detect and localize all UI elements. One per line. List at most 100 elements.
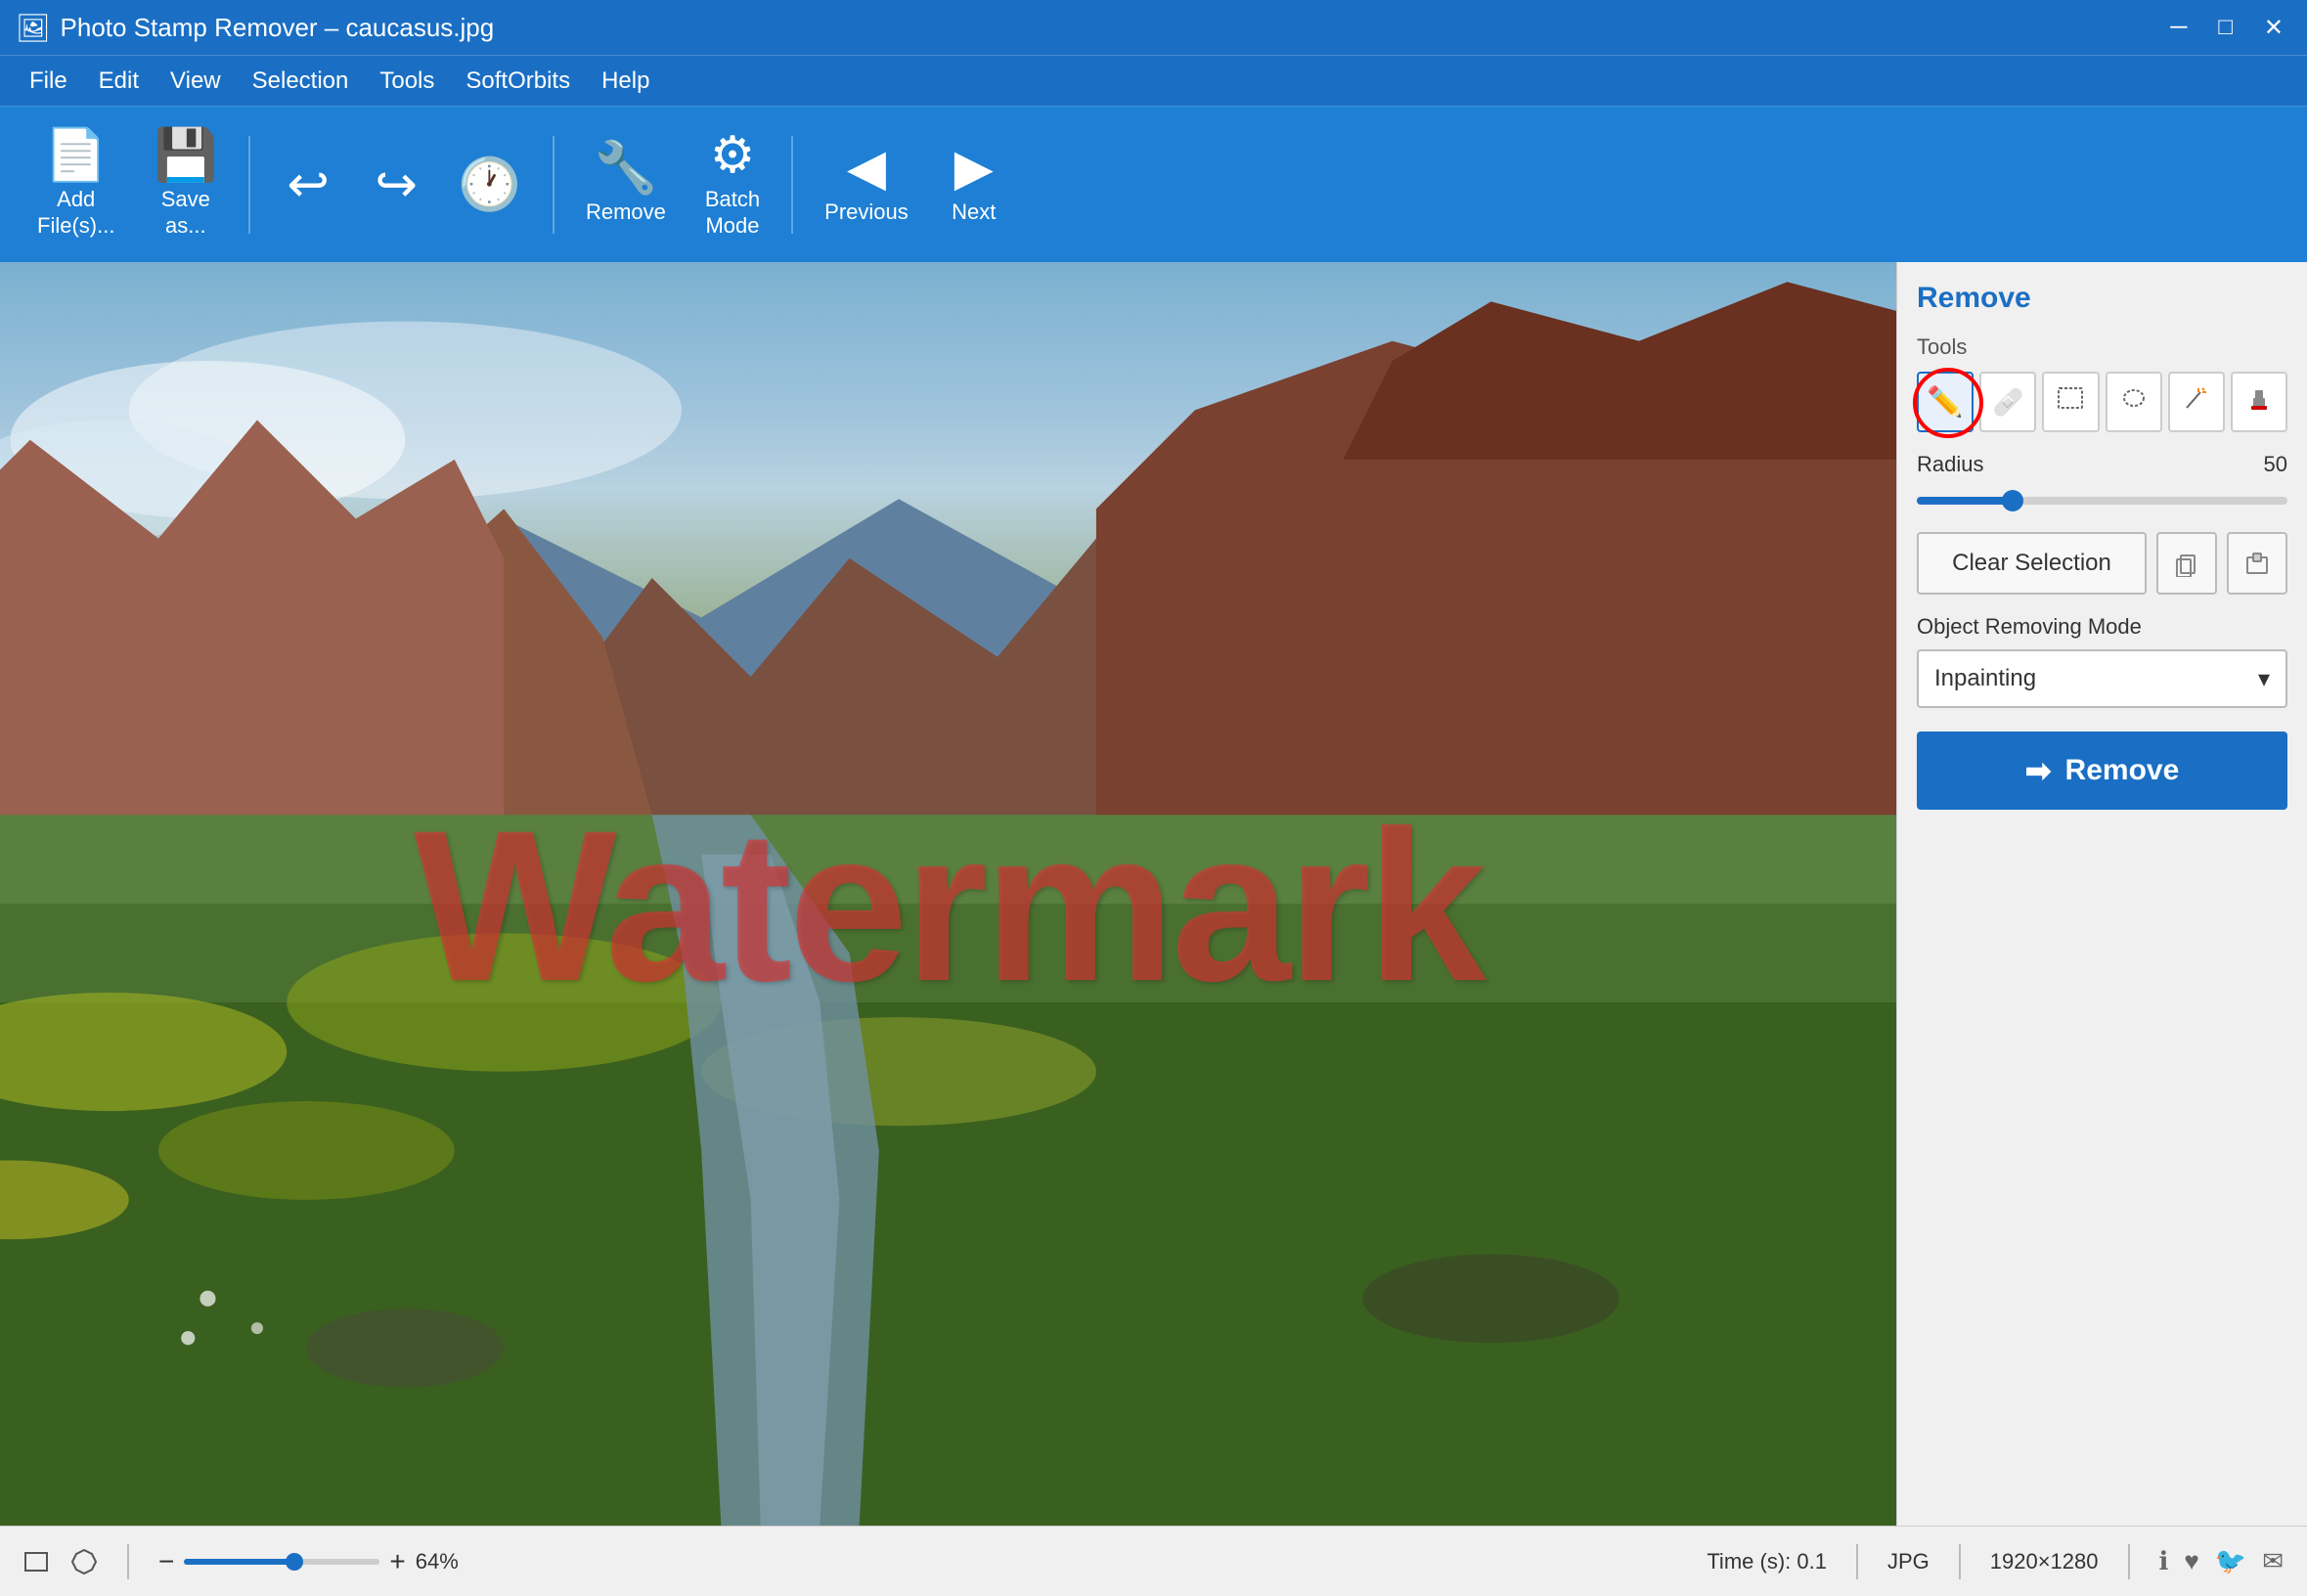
status-icons: ℹ ♥ 🐦 ✉ (2159, 1546, 2285, 1576)
rect-select-tool-button[interactable] (2042, 372, 2099, 432)
zoom-thumb[interactable] (286, 1553, 303, 1571)
status-sep-3 (1959, 1544, 1961, 1579)
time-display: Time (s): 0.1 (1707, 1549, 1827, 1574)
object-removing-mode-label: Object Removing Mode (1917, 614, 2287, 640)
status-sep-4 (2128, 1544, 2130, 1579)
copy-icon (2173, 550, 2200, 577)
zoom-slider[interactable]: − + 64% (158, 1546, 459, 1577)
canvas-area[interactable]: Watermark (0, 262, 1896, 1526)
title-bar-controls: ─ □ ✕ (2162, 10, 2291, 46)
menu-file[interactable]: File (16, 62, 81, 101)
batch-mode-button[interactable]: ⚙ BatchMode (688, 120, 777, 248)
lasso-icon (2120, 384, 2148, 420)
email-icon[interactable]: ✉ (2262, 1546, 2284, 1576)
save-as-label: Saveas... (161, 187, 210, 239)
radius-slider-fill (1917, 497, 2010, 505)
previous-icon: ◀ (847, 143, 886, 194)
redo-button[interactable]: ↪ (352, 150, 440, 220)
inpainting-dropdown[interactable]: Inpainting ▾ (1917, 649, 2287, 708)
menu-view[interactable]: View (156, 62, 235, 101)
add-files-button[interactable]: 📄 AddFile(s)... (20, 120, 132, 248)
save-as-icon: 💾 (154, 130, 217, 181)
copy-to-clipboard-button[interactable] (2156, 532, 2217, 595)
stamp-icon (2245, 384, 2273, 420)
redo-icon: ↪ (375, 159, 418, 210)
undo-icon: ↩ (287, 159, 330, 210)
toolbar-separator-1 (248, 136, 250, 234)
menu-tools[interactable]: Tools (366, 62, 448, 101)
history-button[interactable]: 🕐 (440, 150, 539, 220)
next-button[interactable]: ▶ Next (930, 133, 1018, 235)
brush-icon: ✏️ (1927, 385, 1963, 420)
close-button[interactable]: ✕ (2256, 10, 2291, 46)
magic-wand-tool-button[interactable] (2168, 372, 2225, 432)
batch-mode-label: BatchMode (705, 187, 760, 239)
undo-button[interactable]: ↩ (264, 150, 352, 220)
app-icon: 🖼 (16, 12, 51, 44)
tools-label: Tools (1917, 334, 2287, 360)
twitter-icon[interactable]: 🐦 (2215, 1546, 2246, 1576)
save-as-button[interactable]: 💾 Saveas... (136, 120, 235, 248)
eraser-tool-button[interactable]: 🩹 (1979, 372, 2036, 432)
eraser-icon: 🩹 (1992, 387, 2023, 418)
remove-action-button[interactable]: ➡ Remove (1917, 732, 2287, 810)
menu-bar: File Edit View Selection Tools SoftOrbit… (0, 55, 2307, 106)
minimize-button[interactable]: ─ (2162, 10, 2195, 46)
stamp-tool-button[interactable] (2231, 372, 2287, 432)
previous-label: Previous (824, 200, 909, 225)
tools-row: ✏️ 🩹 (1917, 372, 2287, 432)
inpainting-option: Inpainting (1934, 665, 2036, 692)
undo-redo-group: ↩ ↪ 🕐 (264, 150, 539, 220)
radius-slider-track (1917, 497, 2287, 505)
title-bar-text: Photo Stamp Remover – caucasus.jpg (61, 13, 2163, 43)
lasso-tool-button[interactable] (2106, 372, 2162, 432)
status-sep-1 (127, 1544, 129, 1579)
select-rect-tool[interactable] (23, 1548, 51, 1575)
file-format: JPG (1887, 1549, 1930, 1574)
magic-wand-icon (2183, 384, 2210, 420)
radius-label: Radius (1917, 452, 2254, 477)
select-rect-icon (23, 1548, 51, 1575)
brush-tool-button[interactable]: ✏️ (1917, 372, 1974, 432)
previous-button[interactable]: ◀ Previous (807, 133, 926, 235)
select-free-tool[interactable] (70, 1548, 98, 1575)
menu-help[interactable]: Help (588, 62, 663, 101)
menu-edit[interactable]: Edit (85, 62, 153, 101)
history-icon: 🕐 (458, 159, 521, 210)
status-sep-2 (1856, 1544, 1858, 1579)
remove-button[interactable]: 🔧 Remove (568, 133, 684, 235)
paste-from-clipboard-button[interactable] (2227, 532, 2287, 595)
canvas-image: Watermark (0, 262, 1896, 1526)
zoom-minus-button[interactable]: − (158, 1546, 174, 1577)
remove-arrow-icon: ➡ (2025, 752, 2052, 789)
menu-selection[interactable]: Selection (239, 62, 363, 101)
zoom-level: 64% (416, 1549, 459, 1574)
zoom-fill (184, 1559, 291, 1565)
remove-icon: 🔧 (595, 143, 658, 194)
clear-selection-row: Clear Selection (1917, 532, 2287, 595)
zoom-track (184, 1559, 379, 1565)
toolbar: 📄 AddFile(s)... 💾 Saveas... ↩ ↪ 🕐 🔧 Remo… (0, 106, 2307, 262)
radius-row: Radius 50 (1917, 452, 2287, 477)
add-files-label: AddFile(s)... (37, 187, 114, 239)
maximize-button[interactable]: □ (2210, 10, 2240, 46)
toolbar-separator-2 (553, 136, 555, 234)
clear-selection-button[interactable]: Clear Selection (1917, 532, 2147, 595)
radius-slider-container[interactable] (1917, 497, 2287, 505)
mountain-layer (0, 262, 1896, 1526)
paste-icon (2243, 550, 2271, 577)
rect-icon (2057, 384, 2084, 420)
remove-action-label: Remove (2065, 754, 2180, 787)
main-layout: Watermark Remove Tools ✏️ 🩹 (0, 262, 2307, 1526)
heart-icon[interactable]: ♥ (2184, 1546, 2198, 1576)
next-icon: ▶ (954, 143, 994, 194)
zoom-plus-button[interactable]: + (389, 1546, 405, 1577)
radius-slider-thumb[interactable] (2002, 490, 2023, 511)
toolbar-separator-3 (791, 136, 793, 234)
panel-title: Remove (1917, 282, 2287, 315)
title-bar: 🖼 Photo Stamp Remover – caucasus.jpg ─ □… (0, 0, 2307, 55)
menu-softorbits[interactable]: SoftOrbits (452, 62, 584, 101)
status-bar: − + 64% Time (s): 0.1 JPG 1920×1280 ℹ ♥ … (0, 1526, 2307, 1596)
info-icon[interactable]: ℹ (2159, 1546, 2169, 1576)
radius-value: 50 (2264, 452, 2287, 477)
